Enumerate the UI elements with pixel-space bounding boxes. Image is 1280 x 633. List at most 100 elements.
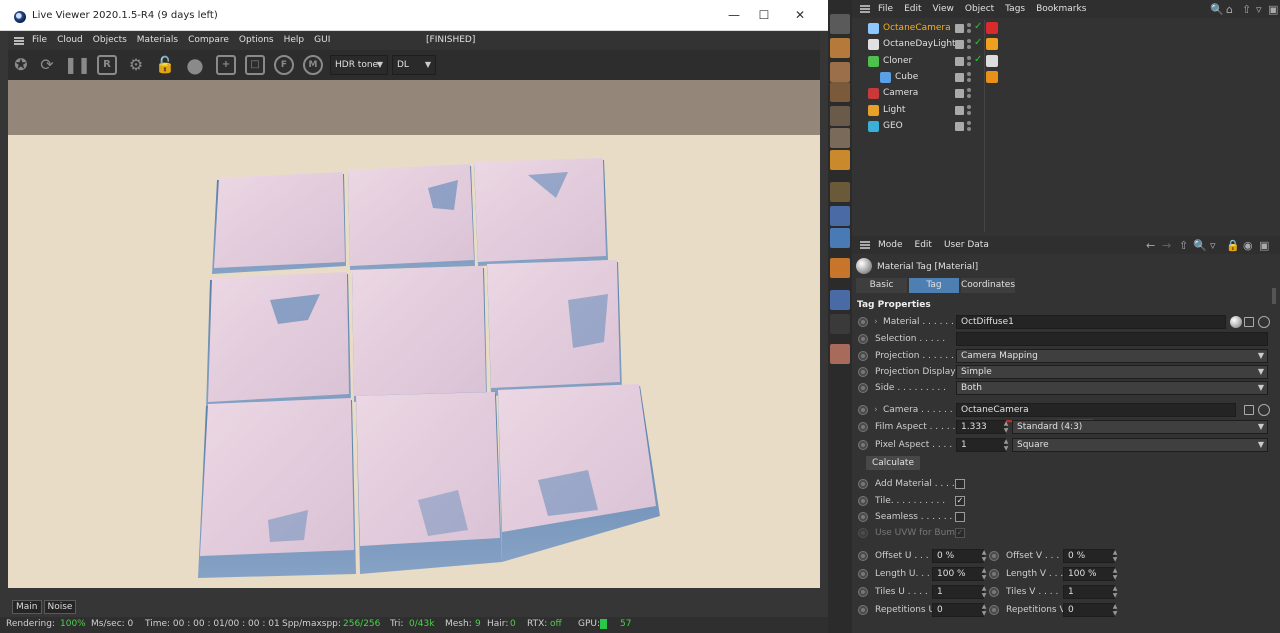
material-preview-icon[interactable] (1230, 316, 1242, 328)
visibility-toggle-icon[interactable] (955, 40, 964, 50)
animate-radio[interactable] (858, 422, 868, 432)
am-menu-user-data[interactable]: User Data (944, 240, 989, 250)
material-ball-icon[interactable]: ● (184, 54, 206, 76)
pause-icon[interactable]: ❚❚ (64, 54, 91, 76)
animate-radio[interactable] (858, 551, 868, 561)
object-name[interactable]: GEO (883, 121, 903, 131)
lock-icon[interactable]: 🔓 (154, 54, 176, 76)
focus-picker-icon[interactable]: F (274, 55, 294, 75)
object-name[interactable]: Camera (883, 88, 918, 98)
pixel-aspect-input[interactable]: 1 (956, 438, 1006, 452)
object-name[interactable]: OctaneDayLight (883, 39, 956, 49)
add-material-checkbox[interactable] (955, 479, 965, 489)
enabled-check-icon[interactable]: ✓ (974, 37, 982, 48)
checker-icon[interactable] (830, 62, 850, 82)
animate-radio[interactable] (858, 334, 868, 344)
animate-radio[interactable] (858, 367, 868, 377)
projection-select[interactable]: Camera Mapping ▼ (956, 349, 1268, 363)
pick-region-icon[interactable]: □ (245, 55, 265, 75)
animate-radio[interactable] (858, 383, 868, 393)
visibility-toggle-icon[interactable] (955, 24, 964, 33)
length-v-input[interactable]: 100 % (1063, 567, 1115, 581)
filter-icon[interactable]: ▿ (1210, 239, 1216, 252)
object-tag-icon[interactable] (986, 54, 998, 67)
pick-icon[interactable] (1258, 404, 1270, 416)
menu-gui[interactable]: GUI (314, 35, 330, 45)
hamburger-menu-icon[interactable] (860, 5, 870, 13)
forward-arrow-icon[interactable]: → (1162, 239, 1171, 252)
workplane-icon[interactable] (830, 290, 850, 310)
object-name[interactable]: OctaneCamera (883, 23, 951, 33)
repetitions-u-input[interactable]: 0 (932, 603, 984, 617)
maximize-icon[interactable]: ☐ (754, 7, 774, 23)
tab-coordinates[interactable]: Coordinates (961, 278, 1015, 293)
editor-render-dots-icon[interactable] (967, 88, 971, 99)
animate-radio[interactable] (989, 569, 999, 579)
filter-icon[interactable]: ▿ (1256, 3, 1262, 16)
animate-radio[interactable] (989, 605, 999, 615)
om-menu-view[interactable]: View (933, 4, 954, 14)
tile-checkbox[interactable]: ✓ (955, 496, 965, 506)
up-arrow-icon[interactable]: ⇧ (1179, 239, 1188, 252)
visibility-toggle-icon[interactable] (955, 72, 964, 82)
lock-workplane-icon[interactable] (830, 314, 850, 334)
offset-u-input[interactable]: 0 % (932, 549, 984, 563)
visibility-toggle-icon[interactable] (955, 105, 964, 115)
editor-render-dots-icon[interactable] (967, 104, 971, 115)
om-menu-tags[interactable]: Tags (1005, 4, 1025, 14)
side-select[interactable]: Both ▼ (956, 381, 1268, 395)
visibility-toggle-icon[interactable] (955, 121, 964, 131)
settings-gear-icon[interactable]: ⚙ (125, 54, 147, 76)
calculate-button[interactable]: Calculate (866, 456, 920, 470)
material-link-field[interactable]: OctDiffuse1 (956, 315, 1226, 329)
tab-noise[interactable]: Noise (43, 600, 77, 614)
offset-u-stepper[interactable]: ▲ ▼ (980, 549, 988, 563)
new-window-icon[interactable]: ▣ (1268, 3, 1278, 16)
am-menu-mode[interactable]: Mode (878, 240, 903, 250)
menu-options[interactable]: Options (239, 35, 274, 45)
generator-icon[interactable] (830, 128, 850, 148)
film-aspect-input[interactable]: 1.333 (956, 420, 1006, 434)
offset-v-stepper[interactable]: ▲ ▼ (1111, 549, 1119, 563)
animate-radio[interactable] (858, 317, 868, 327)
enabled-check-icon[interactable]: ✓ (974, 21, 982, 32)
tab-tag[interactable]: Tag (909, 278, 959, 293)
object-name[interactable]: Cube (895, 72, 918, 82)
target-icon[interactable]: ◉ (1243, 239, 1253, 252)
menu-objects[interactable]: Objects (93, 35, 127, 45)
tiles-u-stepper[interactable]: ▲ ▼ (980, 585, 988, 599)
material-cube-icon[interactable] (830, 344, 850, 364)
editor-render-dots-icon[interactable] (967, 39, 971, 50)
om-menu-object[interactable]: Object (965, 4, 994, 14)
animate-radio[interactable] (858, 605, 868, 615)
animate-radio[interactable] (858, 587, 868, 597)
home-icon[interactable]: ⌂ (1226, 3, 1233, 16)
length-v-stepper[interactable]: ▲ ▼ (1111, 567, 1119, 581)
length-u-input[interactable]: 100 % (932, 567, 984, 581)
pixel-aspect-preset-select[interactable]: Square ▼ (1012, 438, 1268, 452)
visibility-toggle-icon[interactable] (955, 89, 964, 99)
search-icon[interactable]: 🔍 (1193, 239, 1207, 252)
animate-radio[interactable] (858, 496, 868, 506)
editor-render-dots-icon[interactable] (967, 55, 971, 66)
tweak-icon[interactable] (830, 206, 850, 226)
animate-radio[interactable] (858, 479, 868, 489)
pick-icon[interactable] (1258, 316, 1270, 328)
tiles-v-input[interactable]: 1 (1063, 585, 1115, 599)
object-row[interactable]: Camera (852, 85, 1280, 101)
animate-radio[interactable] (858, 440, 868, 450)
visibility-toggle-icon[interactable] (955, 56, 964, 66)
chevron-down-icon[interactable] (1244, 405, 1254, 415)
axis-icon[interactable] (830, 182, 850, 202)
hamburger-menu-icon[interactable] (14, 37, 24, 45)
tiles-u-input[interactable]: 1 (932, 585, 984, 599)
chevron-down-icon[interactable] (1244, 317, 1254, 327)
object-name[interactable]: Cloner (883, 56, 912, 66)
menu-compare[interactable]: Compare (188, 35, 229, 45)
object-tag-icon[interactable] (986, 70, 998, 83)
add-region-icon[interactable]: + (216, 55, 236, 75)
editor-render-dots-icon[interactable] (967, 71, 971, 82)
tab-basic[interactable]: Basic (856, 278, 907, 293)
repetitions-v-input[interactable]: 0 (1063, 603, 1115, 617)
up-arrow-icon[interactable]: ⇧ (1242, 3, 1251, 16)
